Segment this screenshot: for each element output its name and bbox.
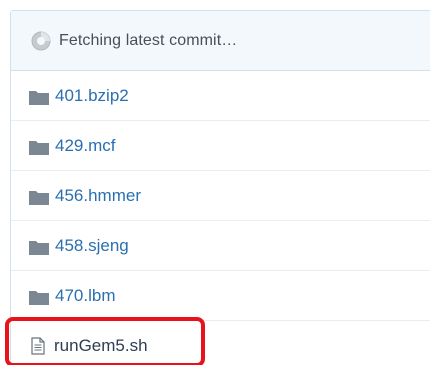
folder-icon	[28, 139, 50, 156]
directory-link[interactable]: 401.bzip2	[55, 86, 129, 106]
directory-link[interactable]: 470.lbm	[55, 286, 115, 306]
file-link[interactable]: runGem5.sh	[54, 336, 148, 356]
list-item-directory[interactable]: 401.bzip2	[11, 71, 430, 121]
file-icon	[31, 337, 45, 355]
file-list-panel: Fetching latest commit… 401.bzip2 429.mc…	[10, 10, 430, 365]
list-item-directory[interactable]: 458.sjeng	[11, 221, 430, 271]
folder-icon	[28, 189, 50, 206]
directory-link[interactable]: 456.hmmer	[55, 186, 141, 206]
spinner-icon	[31, 31, 51, 51]
folder-icon	[28, 289, 50, 306]
directory-link[interactable]: 458.sjeng	[55, 236, 129, 256]
list-item-directory[interactable]: 456.hmmer	[11, 171, 430, 221]
file-browser-page: Fetching latest commit… 401.bzip2 429.mc…	[0, 0, 430, 365]
directory-link[interactable]: 429.mcf	[55, 136, 115, 156]
commit-status-text: Fetching latest commit…	[59, 31, 238, 49]
folder-icon	[28, 89, 50, 106]
folder-icon	[28, 239, 50, 256]
list-item-file[interactable]: runGem5.sh	[11, 321, 430, 365]
commit-status-bar: Fetching latest commit…	[11, 11, 430, 71]
list-item-directory[interactable]: 429.mcf	[11, 121, 430, 171]
list-item-directory[interactable]: 470.lbm	[11, 271, 430, 321]
